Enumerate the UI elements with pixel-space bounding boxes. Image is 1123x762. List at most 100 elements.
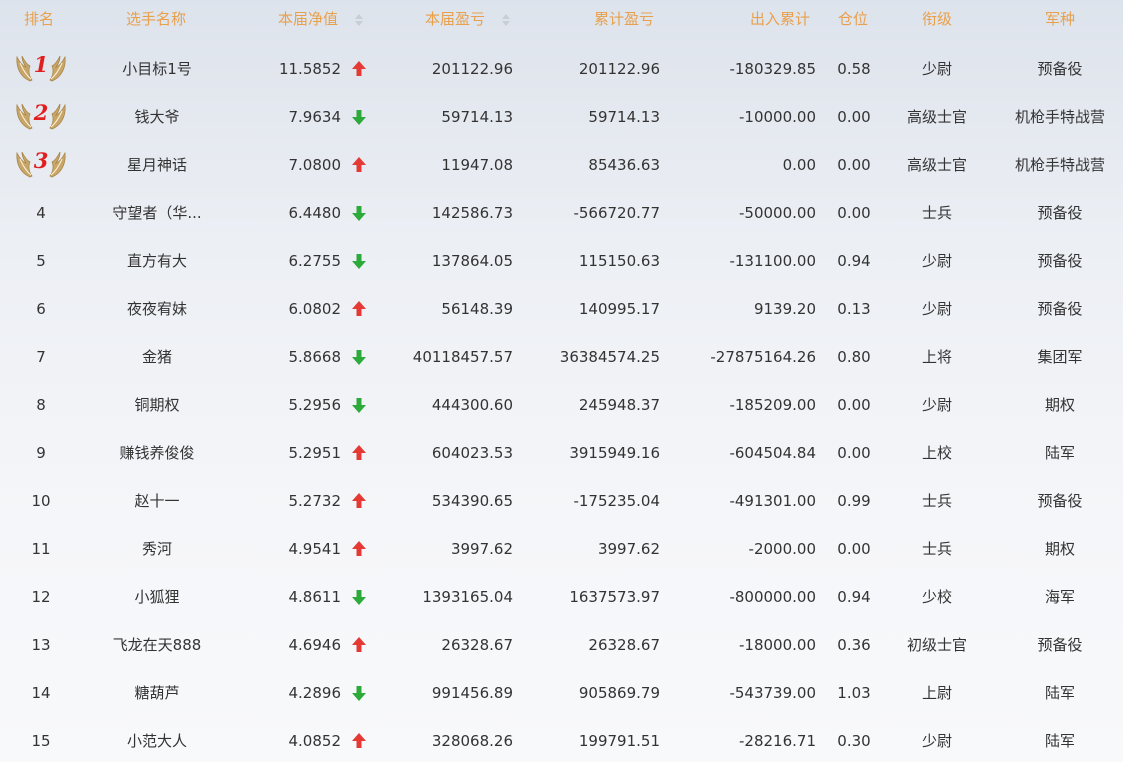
- table-row: 14 糖葫芦 4.2896 991456.89 905869.79 -543739.00 1…: [0, 669, 1123, 717]
- table-header: 排名 选手名称 本届净值 本届盈亏 累计盈亏 出入累计 仓位 衔级 军种: [0, 0, 1123, 40]
- column-header-flow: 出入累计: [750, 10, 811, 28]
- position-value: 0.00: [837, 108, 871, 126]
- player-name[interactable]: 飞龙在天888: [113, 635, 202, 655]
- arrow-down-icon: [351, 252, 367, 270]
- player-name[interactable]: 星月神话: [127, 155, 187, 175]
- military-title: 少尉: [921, 60, 953, 78]
- arrow-up-icon: [351, 156, 367, 174]
- arrow-down-icon: [351, 588, 367, 606]
- pnl-value: 26328.67: [441, 636, 513, 654]
- arrow-down-icon: [351, 348, 367, 366]
- player-name[interactable]: 秀河: [142, 539, 172, 559]
- rank-medal-number: 1: [33, 52, 49, 77]
- position-value: 0.00: [837, 540, 871, 558]
- cum-pnl-value: 3997.62: [597, 540, 660, 558]
- cum-pnl-value: 36384574.25: [559, 348, 660, 366]
- army-branch: 预备役: [1037, 252, 1083, 270]
- arrow-up-icon: [351, 540, 367, 558]
- pnl-value: 991456.89: [431, 684, 513, 702]
- table-row: 3 星月神话 7.0800 11947.08 85436.63 0.00 0.00 高级士官 机…: [0, 141, 1123, 189]
- nav-value: 5.2951: [288, 444, 342, 462]
- arrow-down-icon: [351, 396, 367, 414]
- column-header-pnl[interactable]: 本届盈亏: [425, 9, 485, 29]
- column-header-name: 选手名称: [126, 10, 187, 28]
- player-name[interactable]: 小目标1号: [122, 59, 192, 79]
- army-branch: 陆军: [1044, 684, 1076, 702]
- military-title: 士兵: [921, 540, 953, 558]
- position-value: 0.94: [837, 252, 871, 270]
- player-name[interactable]: 小狐狸: [134, 587, 179, 607]
- arrow-up-icon: [351, 444, 367, 462]
- arrow-up-icon: [351, 300, 367, 318]
- military-title: 士兵: [921, 492, 953, 510]
- military-title: 上将: [921, 348, 953, 366]
- nav-value: 4.2896: [288, 684, 342, 702]
- player-name[interactable]: 直方有大: [127, 251, 187, 271]
- column-header-army: 军种: [1045, 10, 1076, 28]
- position-value: 0.36: [837, 636, 871, 654]
- table-row: 2 钱大爷 7.9634 59714.13 59714.13 -10000.00 0.00 高…: [0, 93, 1123, 141]
- army-branch: 集团军: [1037, 348, 1083, 366]
- flow-value: -604504.84: [729, 444, 816, 462]
- player-name[interactable]: 夜夜宥妹: [127, 299, 187, 319]
- flow-value: -2000.00: [748, 540, 816, 558]
- army-branch: 预备役: [1037, 60, 1083, 78]
- army-branch: 预备役: [1037, 636, 1083, 654]
- military-title: 少尉: [921, 396, 953, 414]
- player-name[interactable]: 糖葫芦: [134, 683, 179, 703]
- nav-value: 4.0852: [288, 732, 342, 750]
- position-value: 0.80: [837, 348, 871, 366]
- table-row: 4 守望者（华... 6.4480 142586.73 -566720.77 -50000…: [0, 189, 1123, 237]
- column-header-nav[interactable]: 本届净值: [278, 9, 338, 29]
- sort-pnl-icon[interactable]: [502, 14, 510, 26]
- army-branch: 预备役: [1037, 204, 1083, 222]
- player-name[interactable]: 小范大人: [127, 731, 187, 751]
- cum-pnl-value: 140995.17: [578, 300, 660, 318]
- pnl-value: 534390.65: [431, 492, 513, 510]
- army-branch: 机枪手特战营: [1014, 156, 1106, 174]
- military-title: 少尉: [921, 732, 953, 750]
- position-value: 0.58: [837, 60, 871, 78]
- military-title: 高级士官: [906, 156, 968, 174]
- flow-value: -491301.00: [729, 492, 816, 510]
- pnl-value: 59714.13: [441, 108, 513, 126]
- cum-pnl-value: 201122.96: [578, 60, 660, 78]
- table-row: 6 夜夜宥妹 6.0802 56148.39 140995.17 9139.20 0.13 少…: [0, 285, 1123, 333]
- pnl-value: 201122.96: [431, 60, 513, 78]
- player-name[interactable]: 赵十一: [134, 491, 179, 511]
- arrow-up-icon: [351, 60, 367, 78]
- player-name[interactable]: 金猪: [142, 347, 172, 367]
- cum-pnl-value: 199791.51: [578, 732, 660, 750]
- column-header-position: 仓位: [838, 10, 869, 28]
- player-name[interactable]: 铜期权: [134, 395, 179, 415]
- army-branch: 预备役: [1037, 300, 1083, 318]
- military-title: 初级士官: [906, 636, 968, 654]
- flow-value: -543739.00: [729, 684, 816, 702]
- military-title: 上尉: [921, 684, 953, 702]
- player-name[interactable]: 钱大爷: [134, 107, 179, 127]
- arrow-down-icon: [351, 684, 367, 702]
- pnl-value: 137864.05: [431, 252, 513, 270]
- cum-pnl-value: 1637573.97: [569, 588, 660, 606]
- flow-value: -800000.00: [729, 588, 816, 606]
- position-value: 0.00: [837, 204, 871, 222]
- flow-value: -27875164.26: [710, 348, 816, 366]
- military-title: 上校: [921, 444, 953, 462]
- pnl-value: 3997.62: [450, 540, 513, 558]
- military-title: 士兵: [921, 204, 953, 222]
- army-branch: 海军: [1044, 588, 1076, 606]
- sort-nav-icon[interactable]: [355, 14, 363, 26]
- rank-cell: 9: [36, 444, 46, 462]
- pnl-value: 444300.60: [431, 396, 513, 414]
- table-row: 7 金猪 5.8668 40118457.57 36384574.25 -27875164…: [0, 333, 1123, 381]
- cum-pnl-value: 59714.13: [588, 108, 660, 126]
- rank-cell: 8: [36, 396, 46, 414]
- cum-pnl-value: 85436.63: [588, 156, 660, 174]
- flow-value: -50000.00: [739, 204, 816, 222]
- player-name[interactable]: 守望者（华...: [112, 203, 201, 223]
- pnl-value: 11947.08: [441, 156, 513, 174]
- player-name[interactable]: 赚钱养俊俊: [119, 443, 194, 463]
- army-branch: 陆军: [1044, 444, 1076, 462]
- table-row: 13 飞龙在天888 4.6946 26328.67 26328.67 -18000.00…: [0, 621, 1123, 669]
- flow-value: 0.00: [782, 156, 816, 174]
